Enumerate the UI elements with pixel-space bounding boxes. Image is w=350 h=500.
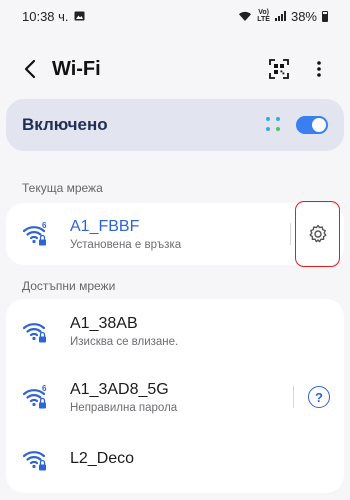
action-divider (293, 386, 294, 408)
wifi-status-icon (239, 11, 252, 21)
network-status: Неправилна парола (70, 401, 178, 414)
current-network-section-label: Текуща мрежа (22, 181, 103, 195)
chevron-left-icon (24, 59, 36, 79)
status-bar: 10:38 ч. Vo) LTE 38% (0, 0, 350, 32)
qr-scan-button[interactable] (266, 54, 292, 84)
action-divider (290, 223, 291, 245)
master-switch-label: Включено (22, 115, 108, 134)
volte-top: Vo) (258, 9, 269, 16)
page-title: Wi-Fi (52, 57, 101, 80)
volte-bottom: LTE (257, 16, 270, 23)
wifi6-secured-icon: 6 (22, 384, 47, 409)
network-name: A1_38AB (70, 314, 138, 332)
gallery-notification-icon (74, 11, 85, 21)
wifi-secured-icon (22, 451, 46, 471)
network-status: Изисква се влизане. (70, 335, 179, 348)
wifi-master-switch[interactable]: Включено (6, 99, 344, 151)
help-icon[interactable]: ? (308, 386, 330, 408)
network-row-a1-3ad8-5g[interactable]: 6 A1_3AD8_5G Неправилна парола ? (6, 367, 344, 427)
app-bar: Wi-Fi (0, 46, 350, 92)
gear-icon (309, 224, 326, 243)
network-row-a1-38ab[interactable]: A1_38AB Изисква се влизане. (6, 301, 344, 361)
clock: 10:38 ч. (22, 8, 69, 24)
svg-text:6: 6 (42, 384, 47, 393)
battery-icon (322, 10, 328, 22)
current-network-name: A1_FBBF (70, 217, 140, 235)
intelligent-wifi-icon[interactable] (266, 117, 282, 133)
current-network-status: Установена е връзка (70, 238, 182, 251)
wifi6-secured-icon: 6 (22, 221, 47, 246)
more-options-button[interactable] (306, 54, 332, 84)
battery-percent: 38% (290, 8, 317, 24)
network-name: L2_Deco (70, 450, 135, 467)
wifi-secured-icon (22, 323, 46, 343)
wifi-toggle[interactable] (296, 116, 328, 134)
available-networks-card: A1_38AB Изисква се влизане. 6 A1_3AD8_5G… (6, 299, 344, 493)
status-left: 10:38 ч. (22, 9, 85, 24)
more-vertical-icon (317, 61, 321, 77)
network-name: A1_3AD8_5G (70, 380, 169, 398)
qr-scan-icon (269, 59, 289, 79)
current-network-card: 6 A1_FBBF Установена е връзка (6, 201, 344, 267)
back-button[interactable] (18, 54, 42, 84)
current-network-row[interactable]: 6 A1_FBBF Установена е връзка (6, 201, 344, 267)
network-settings-button[interactable] (295, 201, 340, 267)
signal-icon (274, 11, 286, 21)
network-row-l2-deco[interactable]: L2_Deco (6, 429, 344, 489)
status-right: Vo) LTE 38% (238, 9, 328, 24)
available-networks-section-label: Достъпни мрежи (22, 279, 116, 293)
svg-text:6: 6 (42, 221, 47, 230)
volte-indicator: Vo) LTE (257, 9, 270, 23)
